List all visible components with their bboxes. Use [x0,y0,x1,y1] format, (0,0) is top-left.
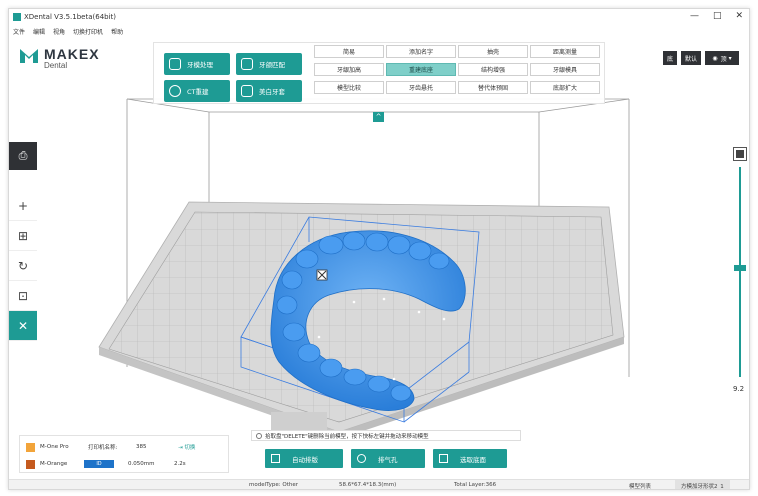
vent-hole-label: 排气孔 [378,455,398,464]
layer-slider-track[interactable] [739,167,741,377]
material-badge[interactable]: ID [84,460,114,468]
layer-height: 0.050mm [128,461,155,467]
minimize-button[interactable]: — [690,11,699,21]
logo-brand: MAKEX [44,46,100,62]
tool-gum-mold[interactable]: 牙龈模具 [530,63,600,76]
tool-add-name[interactable]: 添加名字 [386,45,456,58]
select-bottom-label: 选取底面 [460,455,486,464]
add-model-button[interactable]: + [9,191,37,221]
window-title: XDental V3.5.1beta(64bit) [24,13,117,21]
tooth-icon [241,85,253,97]
printer-color-swatch [26,442,35,452]
eye-icon: ◉ [712,54,718,62]
default-view-button[interactable]: 默认 [681,51,701,65]
app-icon [13,13,21,21]
status-bar: modelType: Other 58.6*67.4*18.3(mm) Tota… [9,479,749,489]
layer-slider-value: 9.2 [733,385,745,393]
tab-model-name[interactable]: 方模加牙形状2_1 [675,480,730,489]
scale-button[interactable]: ⊡ [9,281,37,311]
add-icon: + [17,198,29,213]
tool-base-expand[interactable]: 底部扩大 [530,81,600,94]
view-dropdown[interactable]: ◉ 顶 ▾ [705,51,739,65]
menu-switch-printer[interactable]: 切换打印机 [73,27,103,36]
print-button[interactable]: ⎙ [9,142,37,170]
printer-name: M-One Pro [40,444,69,450]
rotate-button[interactable]: ↻ [9,251,37,281]
view-label: 顶 [720,55,727,63]
window-controls: — □ ✕ [690,11,743,21]
grid-icon [271,454,280,463]
tool-compare[interactable]: 模型比较 [314,81,384,94]
select-bottom-button[interactable]: 选取底面 [433,449,507,468]
auto-layout-button[interactable]: 自动排版 [265,449,343,468]
whitening-tray-label: 美白牙套 [259,88,285,96]
print-time: 2.2s [174,461,186,467]
scale-icon: ⊡ [17,288,29,303]
tool-rebuild-base[interactable]: 重建底座 [386,63,456,76]
layout-icon: ⊞ [17,228,29,243]
total-layers: Total Layer:366 [454,482,497,488]
menu-help[interactable]: 帮助 [111,27,123,36]
function-panel: 牙模处理 牙颌匹配 CT重建 美白牙套 简易 添加名字 抽壳 距离测量 牙龈加高… [153,42,605,104]
whitening-tray-button[interactable]: 美白牙套 [236,80,302,102]
tool-structure[interactable]: 结构增强 [458,63,528,76]
makex-icon: ✕ [17,318,29,333]
close-button[interactable]: ✕ [735,11,743,21]
tooth-scan-icon [169,58,181,70]
switch-label: 切换 [184,445,196,451]
ct-icon [169,85,181,97]
material-name: M-Orange [40,461,68,467]
bottom-view-button[interactable]: 底 [663,51,677,65]
hint-bar: 拾取盘"DELETE"键删除当前模型，按下快标左键并拖动来移动模型 [251,430,521,441]
chevron-down-icon: ▾ [728,54,732,62]
maximize-button[interactable]: □ [713,11,722,21]
makex-tool-button[interactable]: ✕ [9,311,37,341]
tool-tooth-support[interactable]: 牙齿悬托 [386,81,456,94]
printer-name-label: 打印机名称: [88,445,118,451]
layout-button[interactable]: ⊞ [9,221,37,251]
menu-bar: 文件 编辑 视角 切换打印机 帮助 [9,25,123,37]
tool-analog[interactable]: 替代体预固 [458,81,528,94]
tool-distance[interactable]: 距离测量 [530,45,600,58]
model-type: modelType: Other [249,482,298,488]
vent-hole-button[interactable]: 排气孔 [351,449,425,468]
tab-model-list[interactable]: 模型列表 [623,480,657,489]
title-bar: XDental V3.5.1beta(64bit) — □ ✕ [9,9,749,25]
tooth-match-label: 牙颌匹配 [259,61,285,69]
switch-printer-button[interactable]: ⇥ 切换 [178,443,195,451]
printer-name-value: 385 [136,444,147,450]
makex-logo-icon [20,49,38,63]
info-icon [256,432,262,439]
makex-logo: MAKEX Dental [19,47,100,71]
match-icon [241,58,253,70]
layer-slider-top-button[interactable] [733,147,747,161]
ct-rebuild-label: CT重建 [187,88,209,96]
app-window: XDental V3.5.1beta(64bit) — □ ✕ 文件 编辑 视角… [8,8,750,490]
material-color-swatch [26,459,35,469]
menu-edit[interactable]: 编辑 [33,27,45,36]
3d-viewport[interactable]: MAKEX Dental 牙模处理 牙颌匹配 CT重建 美白牙套 简易 添加名字… [9,37,749,479]
tooth-scan-label: 牙模处理 [187,61,213,69]
tooth-match-button[interactable]: 牙颌匹配 [236,53,302,75]
menu-view[interactable]: 视角 [53,27,65,36]
printer-panel: M-One Pro 打印机名称: 385 ⇥ 切换 M-Orange ID 0.… [19,435,229,473]
ct-rebuild-button[interactable]: CT重建 [164,80,230,102]
hint-text: 拾取盘"DELETE"键删除当前模型，按下快标左键并拖动来移动模型 [265,433,429,440]
rotate-icon: ↻ [17,258,29,273]
model-size: 58.6*67.4*18.3(mm) [339,482,397,488]
menu-file[interactable]: 文件 [13,27,25,36]
tool-simple[interactable]: 简易 [314,45,384,58]
tool-gum-raise[interactable]: 牙龈加高 [314,63,384,76]
vent-icon [357,454,366,463]
logo-sub: Dental [44,61,68,70]
printer-icon: ⎙ [18,149,28,162]
collapse-panel-button[interactable]: ^ [373,112,384,122]
left-toolbar: + ⊞ ↻ ⊡ ✕ [9,191,37,341]
tooth-scan-button[interactable]: 牙模处理 [164,53,230,75]
layer-slider-thumb[interactable] [734,264,746,271]
select-bottom-icon [439,454,448,463]
tool-shell[interactable]: 抽壳 [458,45,528,58]
auto-layout-label: 自动排版 [292,455,318,464]
